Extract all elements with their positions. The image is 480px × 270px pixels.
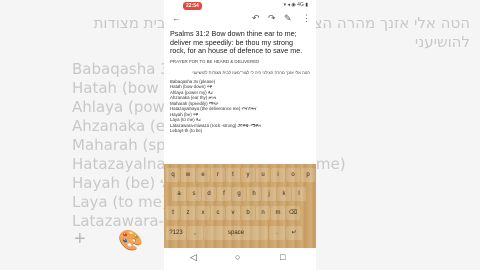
undo-icon[interactable]: ↶: [252, 13, 260, 24]
key-0-9[interactable]: p: [301, 168, 315, 182]
status-icons: ▾ ◂ ◉ 4G ▮: [283, 2, 308, 8]
key-0-3[interactable]: r: [211, 168, 225, 182]
key-1-6[interactable]: j: [262, 187, 276, 201]
edit-icon[interactable]: ✎: [284, 13, 292, 24]
key-0-5[interactable]: y: [241, 168, 255, 182]
key-2-8[interactable]: ⌫: [286, 206, 300, 220]
key-0-8[interactable]: o: [286, 168, 300, 182]
note-toolbar: ← ↶ ↷ ✎ ⋮: [164, 12, 316, 26]
key-2-5[interactable]: b: [241, 206, 255, 220]
key-2-1[interactable]: z: [181, 206, 195, 220]
key-2-6[interactable]: n: [256, 206, 270, 220]
key-3-4[interactable]: ↵: [286, 226, 302, 240]
key-1-7[interactable]: k: [277, 187, 291, 201]
nav-bar: ◁ ○ □: [164, 248, 316, 270]
status-time: 22:54: [183, 2, 202, 10]
key-2-2[interactable]: x: [196, 206, 210, 220]
nav-recent-icon[interactable]: □: [280, 252, 285, 262]
key-1-4[interactable]: g: [232, 187, 246, 201]
key-3-1[interactable]: ,: [187, 226, 203, 240]
key-2-0[interactable]: ⇧: [166, 206, 180, 220]
key-1-0[interactable]: a: [172, 187, 186, 201]
wood-keyboard: q w e r t y u i o p a s d f g h j k l ⇧ z x c v b n m ⌫ ?123, space. ↵: [164, 164, 316, 248]
key-0-6[interactable]: u: [256, 168, 270, 182]
key-2-3[interactable]: c: [211, 206, 225, 220]
note-title: Psalms 31:2 Bow down thine ear to me; de…: [170, 29, 303, 56]
more-icon[interactable]: ⋮: [302, 13, 311, 24]
key-0-4[interactable]: t: [226, 168, 240, 182]
redo-icon[interactable]: ↷: [268, 13, 276, 24]
key-space[interactable]: space: [204, 226, 268, 240]
key-0-7[interactable]: i: [271, 168, 285, 182]
key-1-5[interactable]: h: [247, 187, 261, 201]
key-0-2[interactable]: e: [196, 168, 210, 182]
key-2-7[interactable]: m: [271, 206, 285, 220]
note-line: Lebayt-th (to be): [170, 128, 203, 134]
key-1-8[interactable]: l: [292, 187, 306, 201]
note-subtitle: PRAYER FOR TO BE HEARD & DELIVERED: [170, 58, 260, 64]
key-1-2[interactable]: d: [202, 187, 216, 201]
key-0-1[interactable]: w: [181, 168, 195, 182]
nav-back-icon[interactable]: ◁: [190, 252, 197, 263]
key-1-3[interactable]: f: [217, 187, 231, 201]
note-content[interactable]: Psalms 31:2 Bow down thine ear to me; de…: [170, 29, 310, 134]
palette-icon: 🎨: [118, 230, 143, 252]
key-3-3[interactable]: .: [269, 226, 285, 240]
key-1-1[interactable]: s: [187, 187, 201, 201]
back-arrow-icon[interactable]: ←: [172, 13, 181, 23]
key-2-4[interactable]: v: [226, 206, 240, 220]
key-3-0[interactable]: ?123: [166, 226, 186, 240]
background-line: Hayah (be) ሃዋ: [72, 174, 179, 192]
note-hebrew: הטה אלי אזנך מהרה הצילני היה לי לצור־מעו…: [192, 69, 310, 75]
phone-screen: 22:54 ▾ ◂ ◉ 4G ▮ ← ↶ ↷ ✎ ⋮ Psalms 31:2 B…: [164, 0, 316, 270]
key-0-0[interactable]: q: [166, 168, 180, 182]
status-bar: 22:54 ▾ ◂ ◉ 4G ▮: [164, 0, 316, 12]
nav-home-icon[interactable]: ○: [235, 252, 240, 262]
add-icon: +: [74, 228, 86, 250]
